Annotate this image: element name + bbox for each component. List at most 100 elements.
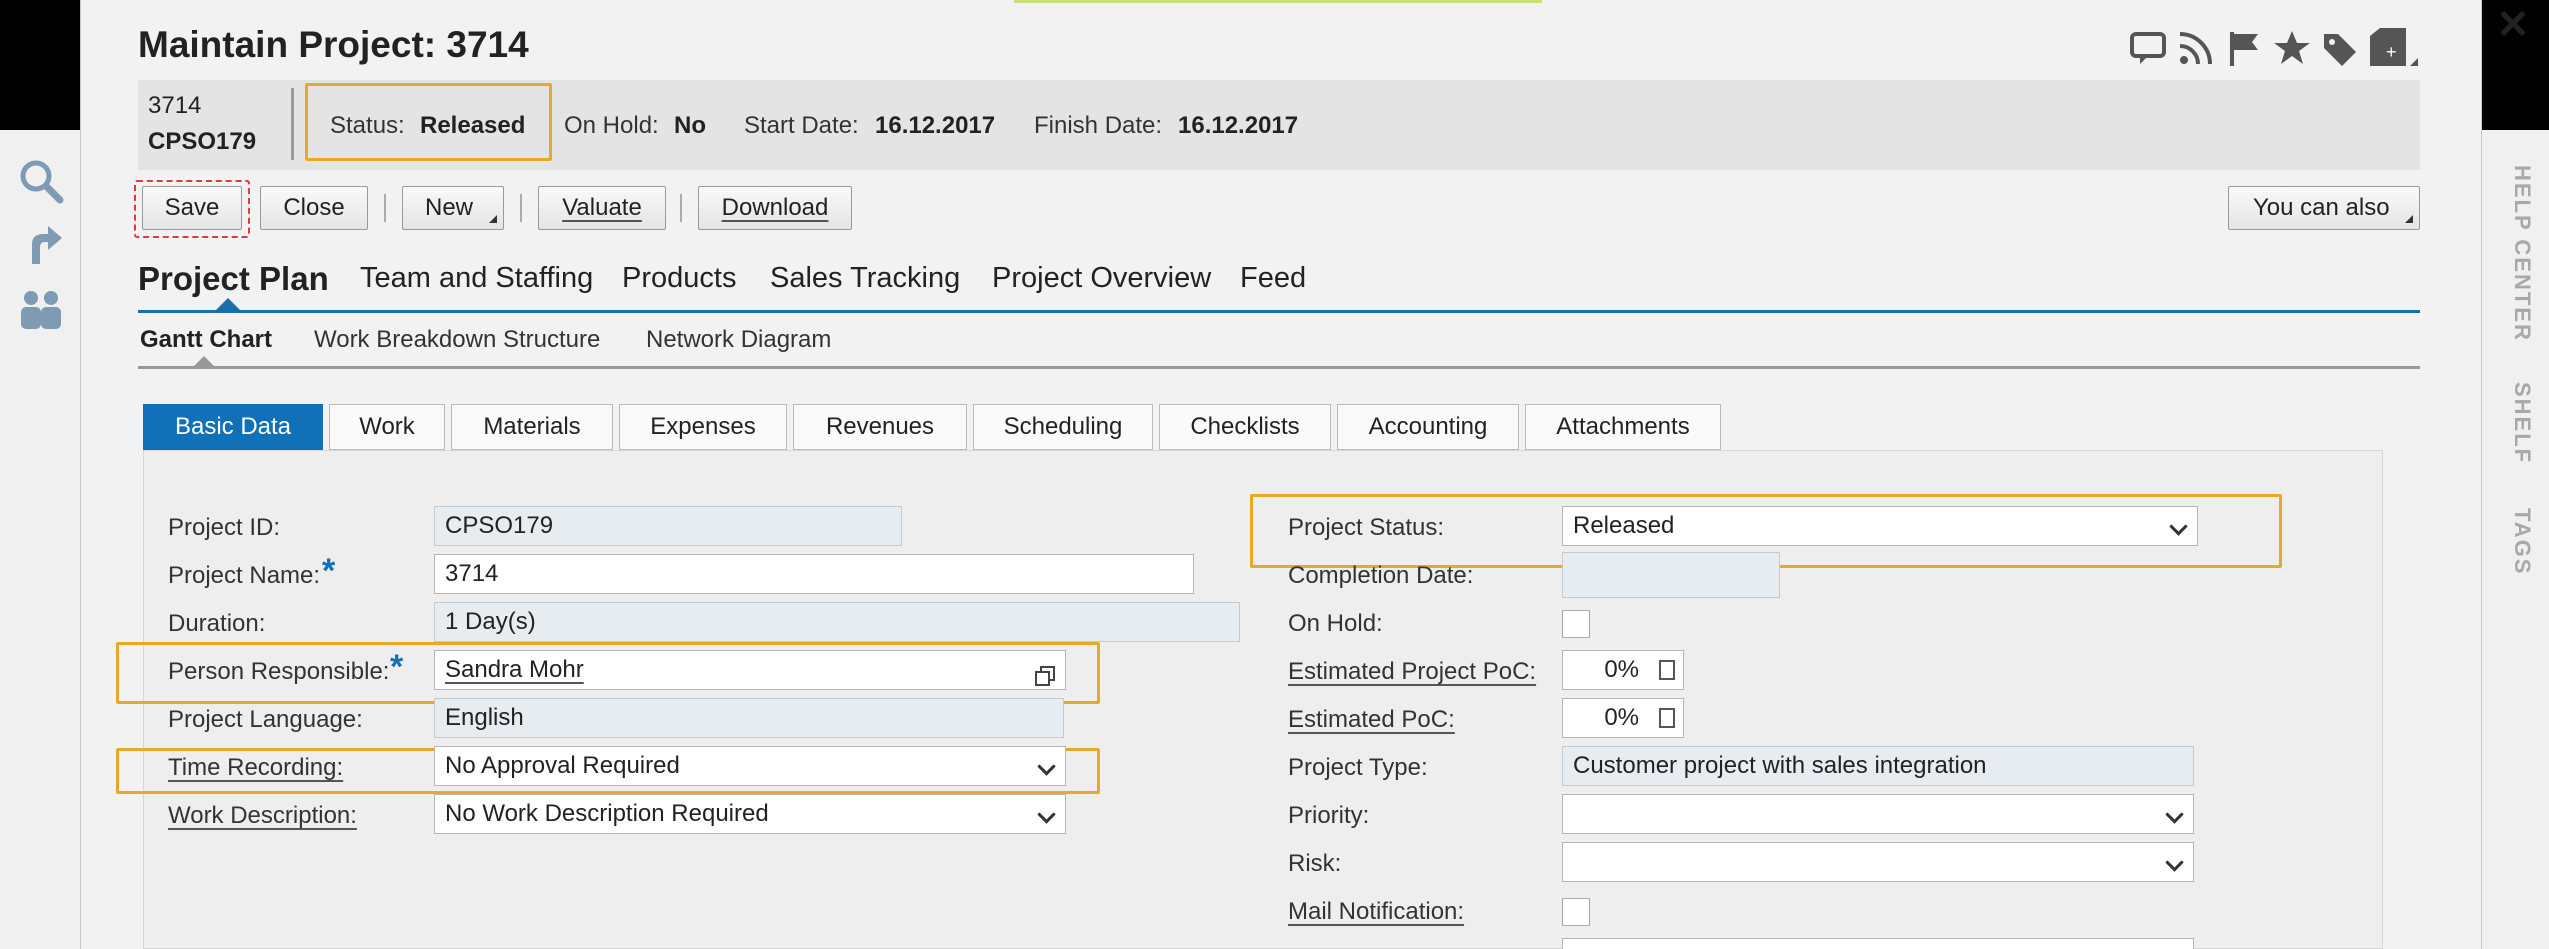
tab-revenues[interactable]: Revenues [793,404,967,450]
risk-select[interactable] [1562,842,2194,882]
estimated-poc-label: Estimated PoC: [1288,706,1455,733]
person-responsible-field[interactable]: Sandra Mohr [434,650,1066,690]
estimated-project-poc-field[interactable]: 0% [1562,650,1684,690]
close-button[interactable]: Close [260,186,368,230]
object-id: 3714 [148,92,202,119]
toolbar-separator [680,194,682,222]
arrow-icon[interactable] [18,222,64,268]
people-icon[interactable] [18,286,64,332]
value-help-icon[interactable] [1035,660,1055,686]
project-id-label: Project ID: [168,514,281,541]
project-type-field: Customer project with sales integration [1562,746,2194,786]
save-button[interactable]: Save [142,186,242,230]
tab-project-plan[interactable]: Project Plan [138,260,329,298]
on-hold-checkbox[interactable] [1562,610,1590,638]
chevron-down-icon [2165,805,2184,824]
project-status-label: Project Status: [1288,514,1445,541]
you-can-also-label: You can also [2253,194,2390,221]
calculator-icon[interactable] [1659,660,1675,680]
tab-feed[interactable]: Feed [1240,262,1306,295]
time-recording-select[interactable]: No Approval Required [434,746,1066,786]
info-separator [291,88,294,160]
download-button-label: Download [721,194,829,221]
tab-accounting[interactable]: Accounting [1337,404,1519,450]
tags-tab[interactable]: TAGS [2495,508,2535,575]
new-button-label: New [425,194,474,221]
estimated-project-poc-value: 0% [1604,656,1639,683]
priority-select[interactable] [1562,794,2194,834]
chevron-down-icon [1037,805,1056,824]
duration-field: 1 Day(s) [434,602,1240,642]
tab-products[interactable]: Products [622,262,736,295]
tab-project-overview[interactable]: Project Overview [992,262,1211,295]
new-document-icon[interactable]: + [2366,28,2420,68]
tab-team-and-staffing[interactable]: Team and Staffing [360,262,593,295]
active-subtab-indicator [194,356,214,366]
required-marker: * [322,552,336,590]
tab-checklists[interactable]: Checklists [1159,404,1331,450]
help-center-tab[interactable]: HELP CENTER [2495,165,2535,342]
download-button[interactable]: Download [698,186,852,230]
valuate-button-label: Valuate [562,194,642,221]
tab-attachments[interactable]: Attachments [1525,404,1721,450]
main-tab-underline [138,310,2420,313]
start-date-label: Start Date: [744,112,859,139]
toolbar-separator [520,194,522,222]
chevron-down-icon [2169,517,2188,536]
toolbar-separator [384,194,386,222]
required-marker: * [390,648,404,686]
time-recording-label: Time Recording: [168,754,344,781]
project-status-select[interactable]: Released [1562,506,2198,546]
rss-icon[interactable] [2176,28,2216,68]
object-name: CPSO179 [148,128,257,155]
tab-sales-tracking[interactable]: Sales Tracking [770,262,960,295]
close-icon[interactable]: ✕ [2482,0,2544,50]
project-id-field: CPSO179 [434,506,902,546]
on-hold-label: On Hold: [1288,610,1383,637]
tag-icon[interactable] [2320,28,2360,68]
tab-work[interactable]: Work [329,404,445,450]
estimated-poc-field[interactable]: 0% [1562,698,1684,738]
star-icon[interactable] [2272,28,2312,68]
menu-triangle-icon [2405,215,2413,223]
on-hold-label: On Hold: [564,112,659,139]
finish-date-value: 16.12.2017 [1178,112,1299,139]
tab-scheduling[interactable]: Scheduling [973,404,1153,450]
tab-expenses[interactable]: Expenses [619,404,787,450]
mail-notification-label: Mail Notification: [1288,898,1465,925]
menu-triangle-icon [489,215,497,223]
svg-text:+: + [2386,42,2397,62]
project-name-field[interactable]: 3714 [434,554,1194,594]
you-can-also-button[interactable]: You can also [2228,186,2420,230]
work-description-value: No Work Description Required [445,800,769,827]
work-description-label: Work Description: [168,802,357,829]
chevron-down-icon [1037,757,1056,776]
next-field-partial[interactable] [1562,938,2194,949]
work-description-select[interactable]: No Work Description Required [434,794,1066,834]
subtab-work-breakdown-structure[interactable]: Work Breakdown Structure [314,326,600,354]
estimated-poc-value: 0% [1604,704,1639,731]
search-icon[interactable] [18,158,64,204]
loading-indicator [1014,0,1542,3]
project-language-field: English [434,698,1064,738]
project-language-label: Project Language: [168,706,363,733]
subtab-gantt-chart[interactable]: Gantt Chart [140,326,272,354]
on-hold-value: No [674,112,706,139]
calculator-icon[interactable] [1659,708,1675,728]
duration-label: Duration: [168,610,266,637]
page-title: Maintain Project: 3714 [138,24,529,65]
risk-label: Risk: [1288,850,1342,877]
valuate-button[interactable]: Valuate [538,186,666,230]
status-value: Released [420,112,526,139]
person-responsible-label: Person Responsible: [168,658,390,685]
flag-icon[interactable] [2224,28,2264,68]
subtab-network-diagram[interactable]: Network Diagram [646,326,831,354]
project-type-label: Project Type: [1288,754,1428,781]
tab-materials[interactable]: Materials [451,404,613,450]
shelf-tab[interactable]: SHELF [2495,382,2535,464]
comment-icon[interactable] [2128,28,2168,68]
mail-notification-checkbox[interactable] [1562,898,1590,926]
status-label: Status: [330,112,405,139]
tab-basic-data[interactable]: Basic Data [143,404,323,450]
new-button[interactable]: New [402,186,504,230]
